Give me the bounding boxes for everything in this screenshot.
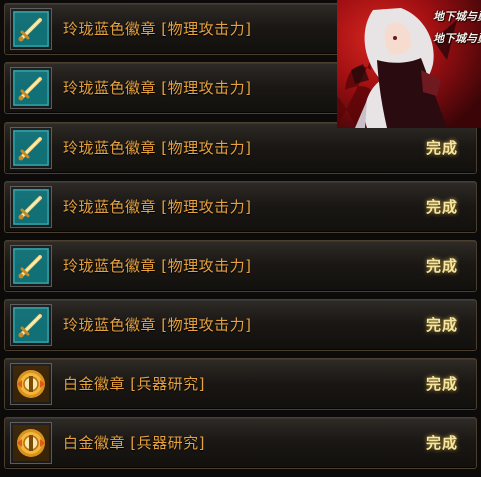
list-item[interactable]: 玲珑蓝色徽章 [物理攻击力] 完成 [4, 299, 477, 351]
badge-name: 玲珑蓝色徽章 [物理攻击力] [63, 79, 252, 97]
game-logo: 地下城与勇士 [433, 32, 481, 45]
sword-icon [10, 67, 52, 109]
list-item[interactable]: 玲珑蓝色徽章 [物理攻击力] 完成 [4, 122, 477, 174]
platinum-emblem-icon [10, 422, 52, 464]
sword-icon [10, 8, 52, 50]
status-label: 完成 [425, 257, 458, 275]
badge-name: 玲珑蓝色徽章 [物理攻击力] [63, 20, 252, 38]
badge-name: 玲珑蓝色徽章 [物理攻击力] [63, 316, 252, 334]
badge-list-panel: 玲珑蓝色徽章 [物理攻击力] 玲珑蓝色徽章 [物理攻击力] 玲珑蓝色徽章 [物理… [0, 0, 481, 477]
list-item[interactable]: 玲珑蓝色徽章 [物理攻击力] 完成 [4, 181, 477, 233]
badge-name: 玲珑蓝色徽章 [物理攻击力] [63, 257, 252, 275]
badge-name: 玲珑蓝色徽章 [物理攻击力] [63, 139, 252, 157]
list-item[interactable]: 白金徽章 [兵器研究] 完成 [4, 417, 477, 469]
sword-icon [10, 186, 52, 228]
list-item[interactable]: 白金徽章 [兵器研究] 完成 [4, 358, 477, 410]
status-label: 完成 [425, 375, 458, 393]
status-label: 完成 [425, 316, 458, 334]
promo-artwork[interactable]: 地下城与勇士 地下城与勇士 [337, 0, 481, 128]
list-item[interactable]: 玲珑蓝色徽章 [物理攻击力] 完成 [4, 240, 477, 292]
badge-name: 玲珑蓝色徽章 [物理攻击力] [63, 198, 252, 216]
status-label: 完成 [425, 198, 458, 216]
badge-name: 白金徽章 [兵器研究] [63, 375, 205, 393]
status-label: 完成 [425, 139, 458, 157]
platinum-emblem-icon [10, 363, 52, 405]
game-logo: 地下城与勇士 [433, 10, 481, 23]
sword-icon [10, 127, 52, 169]
sword-icon [10, 245, 52, 287]
sword-icon [10, 304, 52, 346]
status-label: 完成 [425, 434, 458, 452]
badge-name: 白金徽章 [兵器研究] [63, 434, 205, 452]
